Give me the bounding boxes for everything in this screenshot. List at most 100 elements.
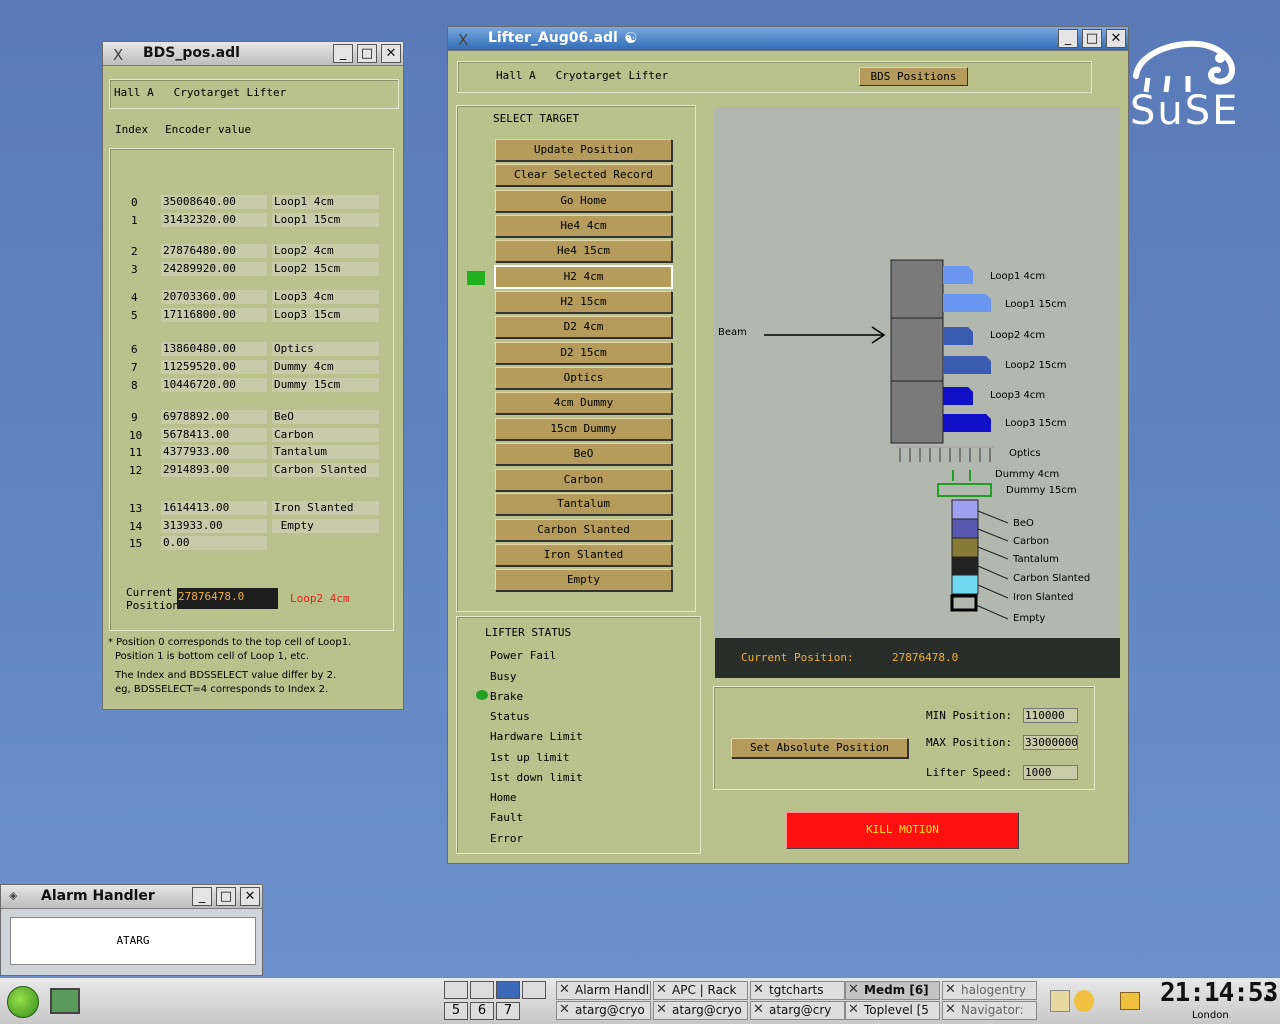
row-target-name: Dummy 15cm: [272, 378, 379, 392]
maximize-button[interactable]: □: [357, 44, 377, 63]
target-button[interactable]: Optics: [495, 367, 672, 389]
x-window-icon: X: [458, 31, 469, 49]
row-encoder-value: 35008640.00: [161, 195, 267, 209]
taskbar-task[interactable]: ✕ atarg@cryo: [653, 1001, 748, 1020]
bds-titlebar[interactable]: X BDS_pos.adl _ □ ✕: [103, 42, 403, 66]
tray-icon-clipboard[interactable]: [1074, 990, 1094, 1012]
x-window-icon: ✕: [848, 982, 859, 997]
loop2-4cm-cell: [943, 327, 973, 345]
row-encoder-value: 27876480.00: [161, 244, 267, 258]
target-button[interactable]: Tantalum: [495, 493, 672, 515]
lifter-window-title: Lifter_Aug06.adl: [488, 30, 618, 46]
status-item: 1st down limit: [490, 771, 583, 784]
carbon-block: [951, 518, 979, 539]
row-index: 3: [131, 263, 138, 276]
index-column-header: Index: [115, 123, 149, 136]
loop-cell-2: [890, 317, 944, 382]
target-button[interactable]: Carbon Slanted: [495, 519, 672, 541]
close-button[interactable]: ✕: [1106, 29, 1126, 48]
target-button[interactable]: 15cm Dummy: [495, 418, 672, 440]
alarm-group-button[interactable]: ATARG: [10, 917, 256, 965]
alarm-titlebar[interactable]: ◈ Alarm Handler _ □ ✕: [1, 885, 262, 909]
position-settings-panel: Set Absolute Position MIN Position: MAX …: [713, 686, 1095, 790]
maximize-button[interactable]: □: [216, 887, 236, 906]
row-index: 7: [131, 361, 138, 374]
workspace-button[interactable]: 6: [470, 1002, 494, 1020]
note-line: eg, BDSSELECT=4 corresponds to Index 2.: [115, 684, 329, 695]
taskbar-task[interactable]: ✕ Alarm Handl: [556, 981, 651, 1000]
row-index: 15: [129, 537, 143, 550]
lifter-window: X Lifter_Aug06.adl ☯ _ □ ✕ Hall A Cryota…: [447, 26, 1129, 864]
x-window-icon: ✕: [656, 1002, 667, 1017]
lifter-speed-label: Lifter Speed:: [926, 766, 1013, 779]
lifter-header-panel: Hall A Cryotarget Lifter: [457, 61, 1092, 93]
close-button[interactable]: ✕: [240, 887, 260, 906]
lifter-titlebar[interactable]: X Lifter_Aug06.adl ☯ _ □ ✕: [448, 27, 1128, 51]
target-button[interactable]: H2 4cm: [495, 266, 672, 288]
kill-motion-button[interactable]: KILL MOTION: [786, 812, 1019, 849]
taskbar-task[interactable]: ✕ atarg@cry: [750, 1001, 845, 1020]
bds-header-text: Hall A Cryotarget Lifter: [114, 86, 287, 99]
minimize-button[interactable]: _: [333, 44, 353, 63]
target-button[interactable]: He4 15cm: [495, 240, 672, 262]
row-encoder-value: 11259520.00: [161, 360, 267, 374]
loop-cell-3: [890, 380, 944, 444]
taskbar-task[interactable]: ✕ APC | Rack: [653, 981, 748, 1000]
taskbar-task[interactable]: ✕ tgtcharts: [750, 981, 845, 1000]
dummy4-label: Dummy 4cm: [995, 469, 1060, 480]
taskbar-scroll-arrow[interactable]: ▶: [1266, 992, 1272, 1003]
taskbar: 21:14:53 London ▶ 5 6 7 ✕ Alarm Handl ✕ APC | …: [0, 977, 1280, 1024]
maximize-button[interactable]: □: [1082, 29, 1102, 48]
swirl-icon: ☯: [624, 29, 638, 47]
target-button[interactable]: Clear Selected Record: [495, 164, 672, 186]
target-button[interactable]: Update Position: [495, 139, 672, 161]
row-index: 11: [129, 446, 143, 459]
target-button[interactable]: Iron Slanted: [495, 544, 672, 566]
tray-icon-k[interactable]: [1050, 990, 1070, 1012]
row-index: 14: [129, 520, 143, 533]
target-button[interactable]: BeO: [495, 443, 672, 465]
target-button[interactable]: D2 15cm: [495, 342, 672, 364]
lock-icon[interactable]: [1120, 992, 1140, 1010]
x-window-icon: X: [113, 46, 124, 64]
row-target-name: Loop3 4cm: [272, 290, 379, 304]
solid-target-label: Tantalum: [1013, 554, 1059, 565]
workspace-button[interactable]: 7: [496, 1002, 520, 1020]
target-button[interactable]: Go Home: [495, 190, 672, 212]
minimize-button[interactable]: _: [192, 887, 212, 906]
workspace-mini[interactable]: [444, 981, 468, 999]
start-menu-icon[interactable]: [7, 986, 39, 1018]
workspace-mini[interactable]: [470, 981, 494, 999]
lifter-speed-input[interactable]: [1023, 765, 1078, 780]
target-button[interactable]: H2 15cm: [495, 291, 672, 313]
empty-block: [950, 594, 978, 612]
taskbar-task[interactable]: ✕ Medm [6]: [845, 981, 940, 1000]
taskbar-task[interactable]: ✕ Navigator:: [942, 1001, 1037, 1020]
minimize-button[interactable]: _: [1058, 29, 1078, 48]
workspace-mini[interactable]: [496, 981, 520, 999]
desktop-launcher-icon[interactable]: [50, 988, 80, 1014]
set-absolute-position-button[interactable]: Set Absolute Position: [731, 738, 908, 758]
loop3-15cm-cell: [943, 414, 991, 432]
clock[interactable]: 21:14:53: [1160, 978, 1278, 1012]
workspace-button[interactable]: 5: [444, 1002, 468, 1020]
taskbar-task[interactable]: ✕ halogentry: [942, 981, 1037, 1000]
workspace-mini[interactable]: [522, 981, 546, 999]
max-position-input[interactable]: [1023, 735, 1078, 750]
target-button[interactable]: 4cm Dummy: [495, 392, 672, 414]
taskbar-task[interactable]: ✕ Toplevel [5: [845, 1001, 940, 1020]
target-button[interactable]: Carbon: [495, 469, 672, 491]
taskbar-task[interactable]: ✕ atarg@cryo: [556, 1001, 651, 1020]
row-encoder-value: 313933.00: [161, 519, 267, 533]
row-index: 8: [131, 379, 138, 392]
bds-current-name: Loop2 4cm: [290, 592, 350, 605]
target-button[interactable]: Empty: [495, 569, 672, 591]
row-index: 10: [129, 429, 143, 442]
status-item: Status: [490, 710, 530, 723]
close-button[interactable]: ✕: [381, 44, 401, 63]
min-position-input[interactable]: [1023, 708, 1078, 723]
target-button[interactable]: He4 4cm: [495, 215, 672, 237]
target-button[interactable]: D2 4cm: [495, 316, 672, 338]
lifter-header-text: Hall A Cryotarget Lifter: [496, 69, 669, 82]
bds-positions-button[interactable]: BDS Positions: [859, 67, 968, 86]
